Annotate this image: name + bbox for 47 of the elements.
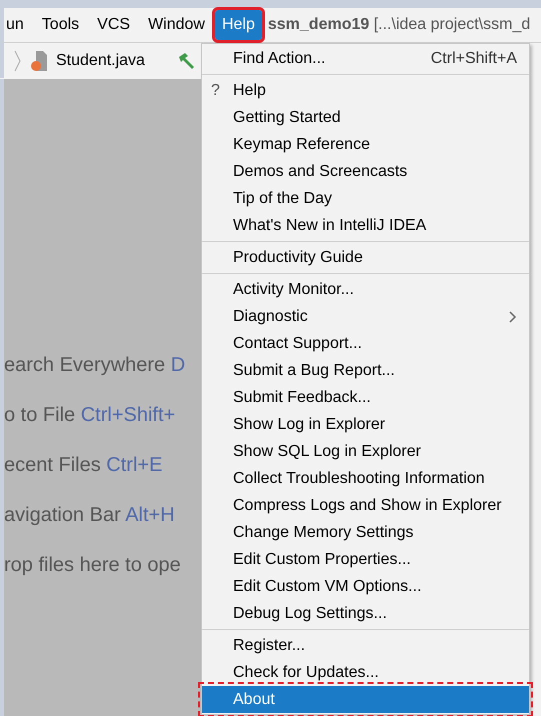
menu-item[interactable]: Tip of the Day — [202, 185, 529, 212]
menu-item[interactable]: Edit Custom VM Options... — [202, 573, 529, 600]
menu-item[interactable]: Getting Started — [202, 104, 529, 131]
menu-bar-item[interactable]: Window — [148, 13, 205, 37]
menu-item[interactable]: Edit Custom Properties... — [202, 546, 529, 573]
editor-hint: earch Everywhere D — [4, 353, 186, 377]
project-title: ssm_demo19 — [268, 16, 370, 33]
menu-bar-item[interactable]: Help — [214, 10, 262, 40]
editor-hint: ecent Files Ctrl+E — [4, 453, 164, 477]
menu-item[interactable]: Register... — [202, 632, 529, 659]
breadcrumb-chevron-icon — [14, 50, 22, 72]
shortcut-label: Ctrl+E — [106, 454, 162, 476]
shortcut-label: Alt+H — [125, 504, 175, 526]
java-file-icon — [30, 50, 48, 72]
menu-item[interactable]: Diagnostic — [202, 303, 529, 330]
menu-item[interactable]: Check for Updates... — [202, 659, 529, 686]
editor-hint: o to File Ctrl+Shift+ — [4, 403, 176, 427]
menu-item[interactable]: What's New in IntelliJ IDEA — [202, 212, 529, 239]
shortcut-label: Ctrl+Shift+A — [430, 48, 517, 68]
menu-item[interactable]: Show SQL Log in Explorer — [202, 438, 529, 465]
menu-item[interactable]: Productivity Guide — [202, 244, 529, 271]
editor-hint: avigation Bar Alt+H — [4, 503, 176, 527]
menu-bar-item[interactable]: Tools — [42, 13, 80, 37]
menu-item[interactable]: Compress Logs and Show in Explorer — [202, 492, 529, 519]
menu-item[interactable]: Submit Feedback... — [202, 384, 529, 411]
menu-bar-item[interactable]: un — [6, 13, 24, 37]
project-path: [...\idea project\ssm_d — [374, 16, 530, 33]
menu-item[interactable]: Find Action... Ctrl+Shift+A — [202, 45, 529, 72]
editor-hint: rop files here to ope — [4, 553, 182, 577]
menu-item[interactable]: Submit a Bug Report... — [202, 357, 529, 384]
menu-item[interactable]: ? Help — [202, 77, 529, 104]
menu-item[interactable]: Contact Support... — [202, 330, 529, 357]
menu-bar-item[interactable]: VCS — [97, 13, 130, 37]
file-tab[interactable]: Student.java — [56, 48, 145, 72]
menu-item[interactable]: Activity Monitor... — [202, 276, 529, 303]
shortcut-label: Ctrl+Shift+ — [80, 404, 176, 426]
chevron-right-icon — [509, 310, 517, 322]
menu-item[interactable]: Show Log in Explorer — [202, 411, 529, 438]
menu-item[interactable]: Collect Troubleshooting Information — [202, 465, 529, 492]
menu-item[interactable]: Demos and Screencasts — [202, 158, 529, 185]
menu-item[interactable]: About — [202, 686, 529, 713]
menu-item[interactable]: Debug Log Settings... — [202, 600, 529, 627]
menu-item[interactable]: Keymap Reference — [202, 131, 529, 158]
hammer-icon[interactable] — [176, 52, 197, 70]
help-icon: ? — [211, 78, 220, 102]
shortcut-label: D — [170, 354, 186, 376]
menu-item[interactable]: Change Memory Settings — [202, 519, 529, 546]
